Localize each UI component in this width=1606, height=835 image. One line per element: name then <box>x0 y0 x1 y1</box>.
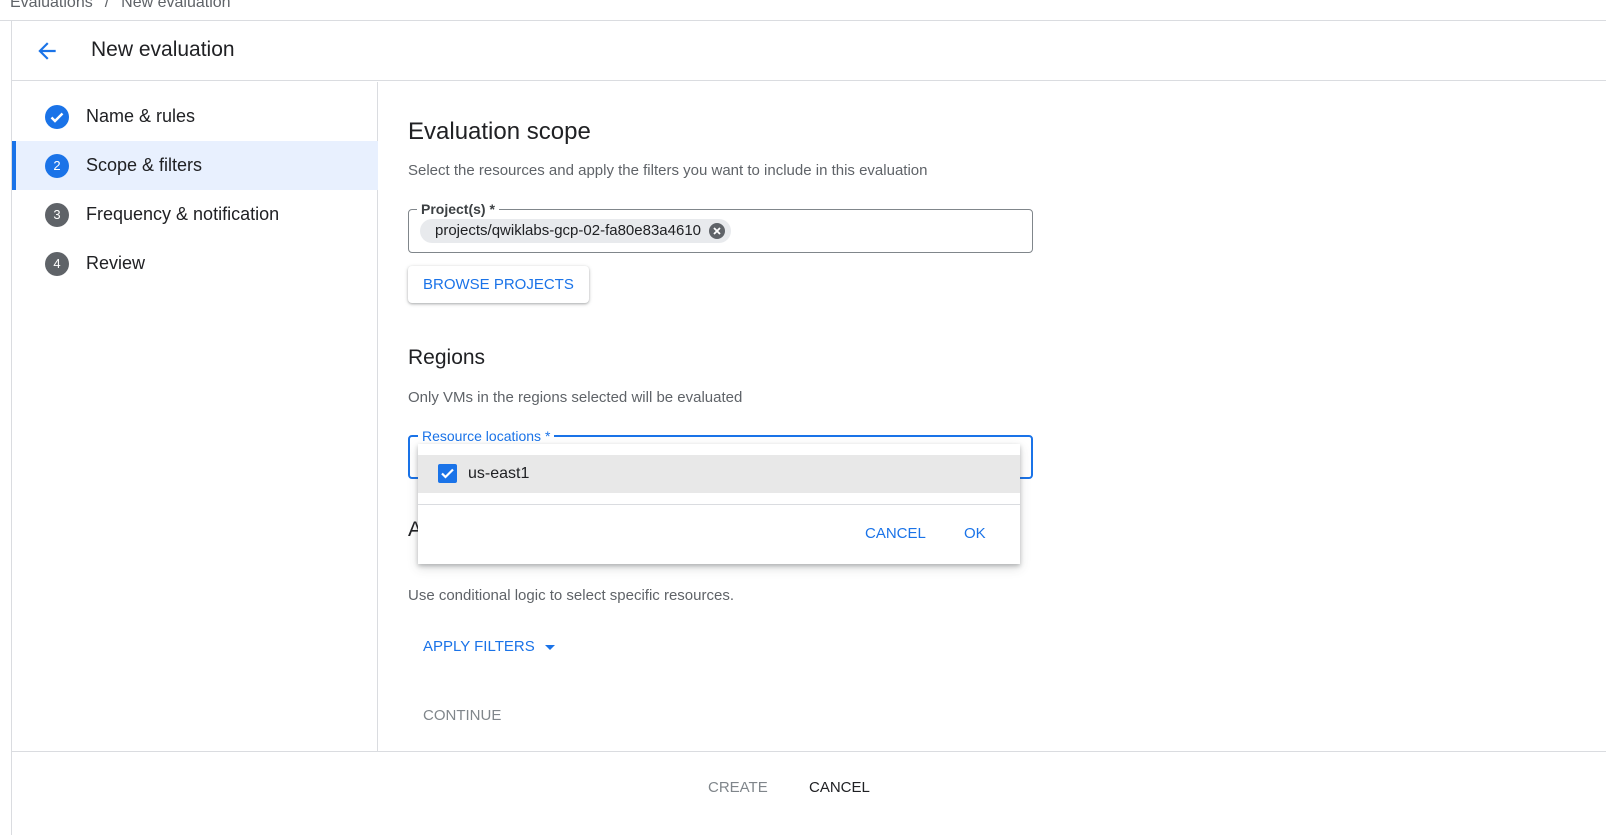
page-header: New evaluation <box>12 21 1606 81</box>
step-label: Review <box>86 253 146 273</box>
option-label: us-east1 <box>468 465 530 482</box>
step-number-badge: 4 <box>45 252 69 276</box>
browse-projects-button[interactable]: BROWSE PROJECTS <box>408 266 589 303</box>
step-number-badge: 3 <box>45 203 69 227</box>
apply-filters-button[interactable]: APPLY FILTERS <box>423 638 555 655</box>
dropdown-arrow-icon <box>544 644 555 650</box>
breadcrumb-parent-link[interactable]: Evaluations <box>10 0 93 11</box>
dropdown-divider <box>418 504 1020 505</box>
checkbox-checked-icon[interactable] <box>438 464 457 483</box>
breadcrumb: Evaluations / New evaluation <box>10 0 231 14</box>
option-us-east1[interactable]: us-east1 <box>418 455 1020 493</box>
step-label: Frequency & notification <box>86 204 280 224</box>
breadcrumb-current: New evaluation <box>121 0 231 11</box>
check-circle-icon <box>45 105 69 129</box>
arrow-back-icon <box>38 42 56 60</box>
dropdown-ok-button[interactable]: OK <box>964 525 986 542</box>
project-chip: projects/qwiklabs-gcp-02-fa80e83a4610 <box>420 219 732 243</box>
section-title-evaluation-scope: Evaluation scope <box>408 118 591 145</box>
step-frequency-notification[interactable]: 3 Frequency & notification <box>12 190 378 239</box>
remove-chip-icon[interactable] <box>708 222 726 240</box>
projects-field-label: Project(s) * <box>417 201 499 217</box>
regions-description: Only VMs in the regions selected will be… <box>408 389 743 406</box>
page-title: New evaluation <box>91 38 235 61</box>
footer-bar: CREATE CANCEL <box>12 751 1606 835</box>
dropdown-cancel-button[interactable]: CANCEL <box>865 525 926 542</box>
create-button[interactable]: CREATE <box>708 779 768 796</box>
step-number-badge: 2 <box>45 154 69 178</box>
cancel-button[interactable]: CANCEL <box>809 779 870 796</box>
resource-locations-label: Resource locations * <box>418 428 555 444</box>
continue-button[interactable]: CONTINUE <box>423 707 501 724</box>
step-label: Name & rules <box>86 106 196 126</box>
step-review[interactable]: 4 Review <box>12 239 378 288</box>
step-name-rules[interactable]: Name & rules <box>12 92 378 141</box>
main-panel: New evaluation Name & rules 2 Scope & fi… <box>11 21 1606 835</box>
project-chip-label: projects/qwiklabs-gcp-02-fa80e83a4610 <box>435 222 702 239</box>
breadcrumb-separator: / <box>104 0 110 11</box>
apply-filters-label: APPLY FILTERS <box>423 638 535 655</box>
resource-locations-dropdown: us-east1 CANCEL OK <box>418 444 1020 564</box>
projects-field[interactable]: Project(s) * projects/qwiklabs-gcp-02-fa… <box>408 201 1033 253</box>
section-title-regions: Regions <box>408 346 486 369</box>
filters-description: Use conditional logic to select specific… <box>408 587 734 604</box>
step-label: Scope & filters <box>86 155 203 175</box>
scope-description: Select the resources and apply the filte… <box>408 162 928 179</box>
back-button[interactable] <box>34 38 60 64</box>
step-scope-filters[interactable]: 2 Scope & filters <box>12 141 378 190</box>
stepper: Name & rules 2 Scope & filters 3 Frequen… <box>12 82 378 751</box>
